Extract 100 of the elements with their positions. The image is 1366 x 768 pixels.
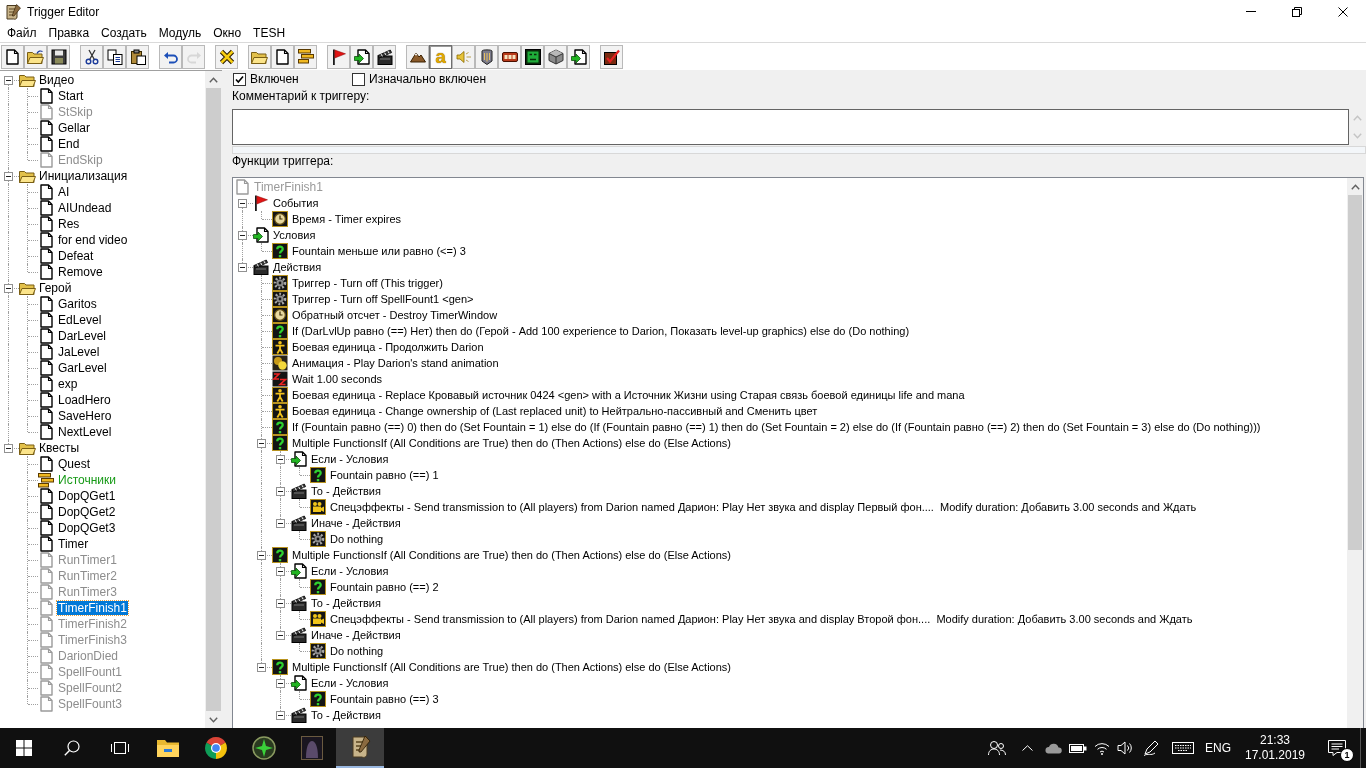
- function-item[interactable]: Спецэффекты - Send transmission to (All players) from Darion named Дарион: Play Нет звука and display Первый фон.... Modify duration: Добавить 3.00 seconds and Ждать: [330, 500, 1197, 514]
- clock-time[interactable]: 21:33: [1260, 733, 1290, 748]
- toolbar-button[interactable]: [126, 44, 149, 69]
- scroll-up-icon[interactable]: [209, 76, 218, 83]
- scrollbar-thumb[interactable]: [1348, 195, 1362, 550]
- function-item[interactable]: Обратный отсчет - Destroy TimerWindow: [292, 308, 498, 322]
- trigger-item[interactable]: exp: [57, 377, 79, 391]
- scroll-up-icon[interactable]: [1350, 183, 1360, 190]
- function-item[interactable]: Do nothing: [330, 644, 384, 658]
- trigger-item[interactable]: DopQGet3: [57, 521, 117, 535]
- function-item[interactable]: Боевая единица - Продолжить Darion: [292, 340, 484, 354]
- trigger-item[interactable]: SpellFount2: [57, 681, 124, 695]
- trigger-item[interactable]: Remove: [57, 265, 104, 279]
- collapse-icon[interactable]: [4, 76, 13, 85]
- volume-icon[interactable]: [1116, 741, 1133, 755]
- function-item[interactable]: Do nothing: [330, 532, 384, 546]
- collapse-icon[interactable]: [4, 284, 13, 293]
- condition-group[interactable]: Если - Условия: [311, 676, 389, 690]
- people-icon[interactable]: [988, 740, 1006, 756]
- checkbox[interactable]: [352, 72, 365, 86]
- function-item[interactable]: Wait 1.00 seconds: [292, 372, 383, 386]
- close-icon[interactable]: [1338, 6, 1348, 17]
- trigger-item[interactable]: AIUndead: [57, 201, 113, 215]
- toolbar-button[interactable]: [406, 44, 429, 69]
- condition-group[interactable]: Если - Условия: [311, 452, 389, 466]
- collapse-icon[interactable]: [276, 599, 285, 608]
- menu-item[interactable]: Модуль: [152, 23, 208, 42]
- cloud-icon[interactable]: [1043, 742, 1062, 754]
- collapse-icon[interactable]: [4, 444, 13, 453]
- trigger-item[interactable]: Timer: [57, 537, 90, 551]
- menu-item[interactable]: Окно: [207, 23, 248, 42]
- trigger-item[interactable]: TimerFinish2: [57, 617, 128, 631]
- collapse-icon[interactable]: [276, 679, 285, 688]
- trigger-item[interactable]: EdLevel: [57, 313, 103, 327]
- toolbar-button[interactable]: [24, 44, 47, 69]
- scroll-down-icon[interactable]: [209, 716, 218, 723]
- keyboard-icon[interactable]: [1172, 742, 1194, 754]
- taskbar-app[interactable]: [336, 728, 384, 768]
- start-icon[interactable]: [16, 740, 32, 756]
- action-group[interactable]: Иначе - Действия: [311, 628, 401, 642]
- wifi-icon[interactable]: [1093, 741, 1110, 755]
- folder-item[interactable]: Видео: [38, 73, 76, 87]
- function-item[interactable]: Fountain равно (==) 3: [330, 692, 439, 706]
- trigger-item[interactable]: Gellar: [57, 121, 91, 135]
- collapse-icon[interactable]: [276, 631, 285, 640]
- function-item[interactable]: Боевая единица - Change ownership of (Last replaced unit) to Нейтрально-пассивный and Сменить цвет: [292, 404, 818, 418]
- folder-item[interactable]: Герой: [38, 281, 73, 295]
- trigger-item[interactable]: DopQGet1: [57, 489, 117, 503]
- battery-icon[interactable]: [1068, 743, 1087, 753]
- collapse-icon[interactable]: [276, 567, 285, 576]
- collapse-icon[interactable]: [238, 199, 247, 208]
- toolbar-button[interactable]: [350, 44, 373, 69]
- toolbar-button[interactable]: [327, 44, 350, 69]
- condition-group[interactable]: Если - Условия: [311, 564, 389, 578]
- toolbar-button[interactable]: [215, 44, 238, 69]
- action-group[interactable]: То - Действия: [311, 484, 381, 498]
- action-group[interactable]: Действия: [273, 260, 322, 274]
- toolbar-button[interactable]: [47, 44, 70, 69]
- toolbar-button[interactable]: [475, 44, 498, 69]
- trigger-item[interactable]: AI: [57, 185, 71, 199]
- function-item[interactable]: If (DarLvlUp равно (==) Нет) then do (Герой - Add 100 experience to Darion, Показать level-up graphics) else do (Do nothing): [292, 324, 910, 338]
- collapse-icon[interactable]: [257, 439, 266, 448]
- chevron-up-icon[interactable]: [1021, 745, 1033, 751]
- comment-field[interactable]: [232, 109, 1349, 145]
- toolbar-button[interactable]: [103, 44, 126, 69]
- scrollbar[interactable]: [1347, 178, 1363, 728]
- trigger-item[interactable]: GarLevel: [57, 361, 108, 375]
- function-item[interactable]: Fountain меньше или равно (<=) 3: [292, 244, 466, 258]
- toolbar-button[interactable]: [373, 44, 396, 69]
- function-item[interactable]: Спецэффекты - Send transmission to (All players) from Darion named Дарион: Play Нет звука and display Второй фон.... Modify duration: Добавить 3.00 seconds and Ждать: [330, 612, 1193, 626]
- restore-icon[interactable]: [1292, 6, 1302, 17]
- toolbar-button[interactable]: [248, 44, 271, 69]
- trigger-item[interactable]: DarLevel: [57, 329, 108, 343]
- condition-group[interactable]: Условия: [273, 228, 316, 242]
- action-group[interactable]: То - Действия: [311, 596, 381, 610]
- trigger-item[interactable]: for end video: [57, 233, 129, 247]
- trigger-item[interactable]: Quest: [57, 457, 91, 471]
- trigger-item[interactable]: NextLevel: [57, 425, 113, 439]
- toolbar-button[interactable]: [294, 44, 317, 69]
- function-item[interactable]: Время - Timer expires: [292, 212, 402, 226]
- trigger-item[interactable]: DopQGet2: [57, 505, 117, 519]
- function-item[interactable]: Боевая единица - Replace Кровавый источник 0424 <gen> with a Источник Жизни using Старая связь боевой единицы life and mana: [292, 388, 965, 402]
- trigger-item[interactable]: SaveHero: [57, 409, 113, 423]
- trigger-item[interactable]: Garitos: [57, 297, 98, 311]
- language-indicator[interactable]: ENG: [1200, 739, 1236, 757]
- menu-item[interactable]: Создать: [95, 23, 153, 42]
- function-item[interactable]: Fountain равно (==) 1: [330, 468, 439, 482]
- collapse-icon[interactable]: [238, 231, 247, 240]
- collapse-icon[interactable]: [276, 455, 285, 464]
- trigger-item[interactable]: JaLevel: [57, 345, 101, 359]
- collapse-icon[interactable]: [257, 663, 266, 672]
- function-item[interactable]: Триггер - Turn off SpellFount1 <gen>: [292, 292, 474, 306]
- notification-icon[interactable]: [1328, 740, 1346, 756]
- collapse-icon[interactable]: [276, 711, 285, 720]
- function-item[interactable]: If (Fountain равно (==) 0) then do (Set Fountain = 1) else do (If (Fountain равно (==) 1) then do (Set Fountain = 2) else do (If (Fountain равно (==) 2) then do (Set Fountain = 3) else do (Do nothing))): [292, 420, 1261, 434]
- task-view-icon[interactable]: [111, 740, 129, 756]
- trigger-item[interactable]: End: [57, 137, 81, 151]
- trigger-item[interactable]: SpellFount1: [57, 665, 124, 679]
- action-group[interactable]: Иначе - Действия: [311, 516, 401, 530]
- toolbar-button[interactable]: [159, 44, 182, 69]
